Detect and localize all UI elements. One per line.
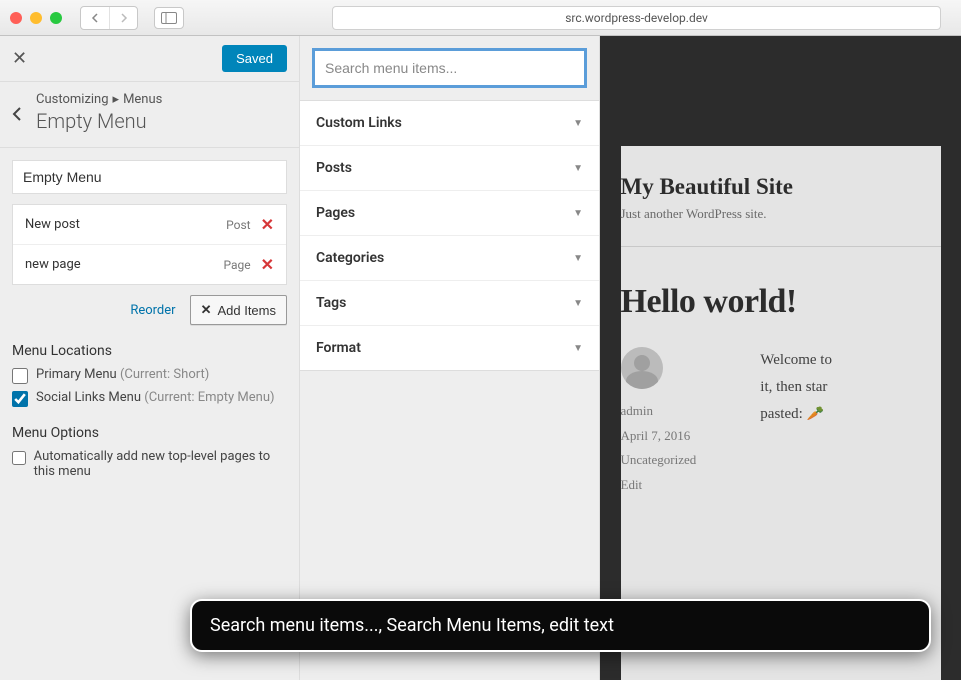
customizer-panel: ✕ Saved Customizing▸Menus Empty Menu New… bbox=[0, 36, 300, 680]
post-excerpt: Welcome to it, then star pasted: 🥕 bbox=[720, 347, 832, 498]
accordion-label: Posts bbox=[316, 160, 352, 176]
site-title[interactable]: My Beautiful Site bbox=[621, 174, 941, 200]
chevron-down-icon: ▼ bbox=[573, 253, 583, 264]
address-bar[interactable]: src.wordpress-develop.dev bbox=[332, 6, 941, 30]
breadcrumb-section[interactable]: Menus bbox=[123, 92, 162, 107]
site-tagline: Just another WordPress site. bbox=[621, 206, 941, 222]
post-date[interactable]: April 7, 2016 bbox=[621, 424, 697, 449]
window-controls bbox=[10, 12, 62, 24]
accordion-format[interactable]: Format ▼ bbox=[300, 326, 599, 370]
post-author[interactable]: admin bbox=[621, 399, 697, 424]
accordion-label: Pages bbox=[316, 205, 355, 221]
sidebar-toggle-button[interactable] bbox=[154, 7, 184, 29]
back-chevron-icon[interactable] bbox=[12, 92, 36, 127]
breadcrumb-root[interactable]: Customizing bbox=[36, 92, 109, 107]
chevron-down-icon: ▼ bbox=[573, 163, 583, 174]
accordion-label: Categories bbox=[316, 250, 384, 266]
chevron-down-icon: ▼ bbox=[573, 208, 583, 219]
location-current: (Current: Empty Menu) bbox=[144, 390, 274, 405]
close-customizer-icon[interactable]: ✕ bbox=[12, 48, 27, 69]
site-preview: My Beautiful Site Just another WordPress… bbox=[600, 36, 961, 680]
save-button[interactable]: Saved bbox=[222, 45, 287, 72]
menu-options-heading: Menu Options bbox=[12, 425, 287, 441]
add-items-button[interactable]: ✕ Add Items bbox=[190, 295, 287, 325]
reorder-link[interactable]: Reorder bbox=[130, 303, 175, 318]
checkbox-input[interactable] bbox=[12, 368, 28, 384]
location-social-checkbox[interactable]: Social Links Menu (Current: Empty Menu) bbox=[12, 390, 287, 407]
accordion-custom-links[interactable]: Custom Links ▼ bbox=[300, 101, 599, 146]
back-button[interactable] bbox=[81, 7, 109, 29]
menu-items-list: New post Post ✕ new page Page ✕ bbox=[12, 204, 287, 285]
menu-item-type: Page bbox=[223, 258, 250, 272]
auto-add-checkbox[interactable]: Automatically add new top-level pages to… bbox=[12, 449, 287, 479]
nav-buttons bbox=[80, 6, 138, 30]
site-header: My Beautiful Site Just another WordPress… bbox=[621, 146, 941, 247]
post-edit-link[interactable]: Edit bbox=[621, 473, 697, 498]
excerpt-line: it, then star bbox=[760, 374, 832, 401]
remove-item-icon[interactable]: ✕ bbox=[261, 215, 274, 234]
menu-name-input[interactable] bbox=[12, 160, 287, 194]
chevron-down-icon: ▼ bbox=[573, 118, 583, 129]
location-label: Social Links Menu bbox=[36, 390, 141, 405]
excerpt-line: pasted: bbox=[760, 406, 806, 422]
menu-item[interactable]: New post Post ✕ bbox=[13, 205, 286, 245]
post-title[interactable]: Hello world! bbox=[621, 283, 941, 321]
url-text: src.wordpress-develop.dev bbox=[565, 11, 708, 25]
checkbox-input[interactable] bbox=[12, 391, 28, 407]
menu-locations-heading: Menu Locations bbox=[12, 343, 287, 359]
chevron-down-icon: ▼ bbox=[573, 298, 583, 309]
accordion-categories[interactable]: Categories ▼ bbox=[300, 236, 599, 281]
menu-item-label: New post bbox=[25, 217, 80, 232]
accordion-label: Tags bbox=[316, 295, 346, 311]
checkbox-input[interactable] bbox=[12, 450, 26, 466]
location-current: (Current: Short) bbox=[120, 367, 209, 382]
breadcrumb: Customizing▸Menus Empty Menu bbox=[0, 82, 299, 148]
excerpt-line: Welcome to bbox=[760, 347, 832, 374]
panel-header: ✕ Saved bbox=[0, 36, 299, 82]
menu-item-type: Post bbox=[226, 218, 250, 232]
accordion-label: Custom Links bbox=[316, 115, 402, 131]
item-type-accordion: Custom Links ▼ Posts ▼ Pages ▼ Categorie… bbox=[300, 101, 599, 371]
breadcrumb-path: Customizing▸Menus bbox=[36, 92, 287, 107]
post-category[interactable]: Uncategorized bbox=[621, 448, 697, 473]
accordion-pages[interactable]: Pages ▼ bbox=[300, 191, 599, 236]
remove-item-icon[interactable]: ✕ bbox=[261, 255, 274, 274]
menu-item[interactable]: new page Page ✕ bbox=[13, 245, 286, 284]
accordion-posts[interactable]: Posts ▼ bbox=[300, 146, 599, 191]
add-items-label: Add Items bbox=[217, 303, 276, 318]
close-icon: ✕ bbox=[201, 302, 212, 318]
search-input[interactable] bbox=[312, 48, 587, 88]
auto-add-label: Automatically add new top-level pages to… bbox=[34, 449, 287, 479]
minimize-window-icon[interactable] bbox=[30, 12, 42, 24]
zoom-window-icon[interactable] bbox=[50, 12, 62, 24]
location-label: Primary Menu bbox=[36, 367, 117, 382]
panel-title: Empty Menu bbox=[36, 109, 287, 133]
voiceover-caption: Search menu items..., Search Menu Items,… bbox=[190, 599, 931, 652]
accordion-tags[interactable]: Tags ▼ bbox=[300, 281, 599, 326]
menu-item-label: new page bbox=[25, 257, 81, 272]
accordion-label: Format bbox=[316, 340, 361, 356]
forward-button[interactable] bbox=[109, 7, 137, 29]
add-items-panel: Custom Links ▼ Posts ▼ Pages ▼ Categorie… bbox=[300, 36, 600, 680]
avatar bbox=[621, 347, 663, 389]
location-primary-checkbox[interactable]: Primary Menu (Current: Short) bbox=[12, 367, 287, 384]
close-window-icon[interactable] bbox=[10, 12, 22, 24]
voiceover-text: Search menu items..., Search Menu Items,… bbox=[210, 615, 614, 636]
chevron-down-icon: ▼ bbox=[573, 343, 583, 354]
browser-toolbar: src.wordpress-develop.dev bbox=[0, 0, 961, 36]
carrot-icon: 🥕 bbox=[807, 407, 824, 422]
